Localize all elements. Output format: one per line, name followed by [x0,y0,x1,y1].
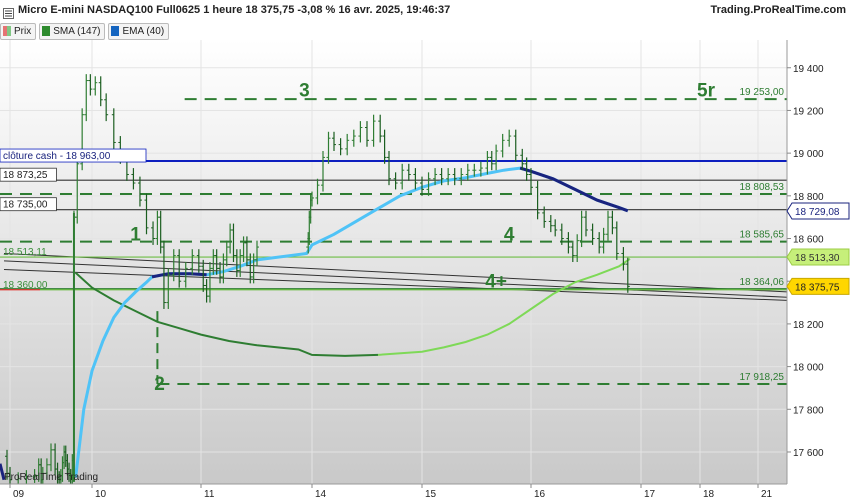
left-price-label: 18 735,00 [3,200,48,211]
y-tick-label: 17 600 [793,448,824,459]
x-tick-label: 14 [315,489,327,500]
price-badge-label: 18 729,08 [795,207,840,218]
price-chart[interactable]: 19 253,00 18 808,53 18 585,65 18 364,06 17 9… [0,0,850,500]
x-tick-label: 11 [204,489,215,500]
left-price-label: clôture cash - 18 963,00 [3,151,111,162]
price-badge-label: 18 513,30 [795,253,840,264]
y-tick-label: 17 800 [793,405,824,416]
y-tick-label: 19 400 [793,64,824,75]
wave-label: 3 [299,81,310,102]
y-tick-label: 18 800 [793,192,824,203]
x-tick-label: 15 [425,489,437,500]
level-label: 17 918,25 [740,372,785,383]
y-tick-label: 19 000 [793,149,824,160]
footer-brand: ProRealTime Trading [4,472,99,483]
left-price-label: 18 360,00 [3,280,48,291]
wave-label: 5r [697,81,716,102]
left-price-label: 18 513,11 [3,247,47,258]
level-label: 19 253,00 [740,87,785,98]
x-tick-label: 21 [761,489,773,500]
wave-label: 2 [154,374,165,395]
y-tick-label: 19 200 [793,106,824,117]
x-tick-label: 17 [644,489,656,500]
chart-root: Micro E-mini NASDAQ100 Full0625 1 heure … [0,0,850,500]
price-badge-layer: 18 729,08 18 513,30 18 375,75 [786,202,850,295]
price-badge-label: 18 375,75 [795,282,840,293]
wave-label: 1 [130,225,141,246]
x-tick-label: 10 [95,489,107,500]
wave-label: 4+ [485,272,507,293]
level-label: 18 808,53 [740,182,785,193]
level-label: 18 585,65 [740,230,785,241]
x-tick-label: 18 [703,489,715,500]
y-tick-label: 18 000 [793,363,824,374]
plot-background [0,40,787,484]
x-tick-label: 09 [13,489,25,500]
level-label: 18 364,06 [740,277,785,288]
y-tick-label: 18 600 [793,235,824,246]
left-price-label: 18 873,25 [3,170,48,181]
x-axis: 09 10 11 14 15 16 17 18 21 [0,483,850,500]
x-tick-label: 16 [534,489,546,500]
y-tick-label: 18 200 [793,320,824,331]
wave-label: 4 [504,225,515,246]
